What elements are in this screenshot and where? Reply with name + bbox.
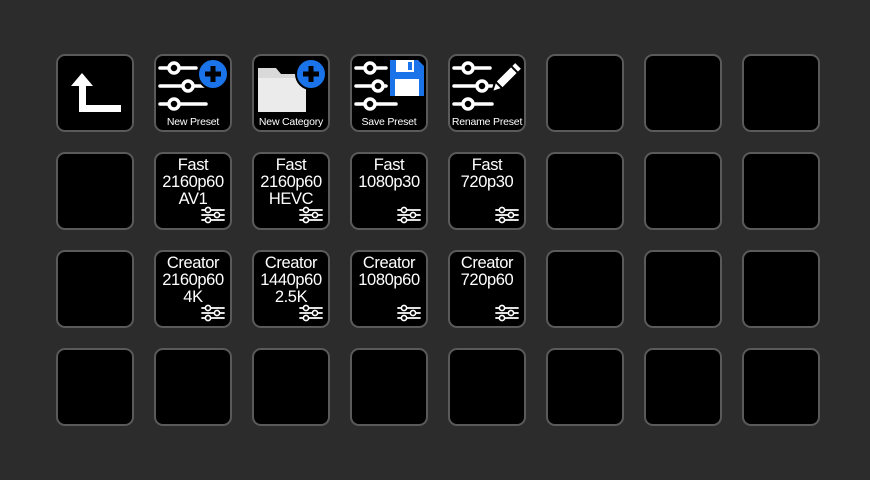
sliders-icon [396, 206, 422, 224]
empty-key[interactable] [742, 250, 820, 328]
preset-label: Creator 1440p60 2.5K [254, 255, 328, 306]
preset-label-line: Fast [177, 156, 209, 174]
key-label: New Category [258, 116, 324, 128]
rename-preset-key[interactable]: Rename Preset [448, 54, 526, 132]
preset-label-line: Fast [373, 156, 405, 174]
key-label: New Preset [166, 116, 220, 128]
preset-label-line: Creator [460, 254, 514, 272]
stream-deck-grid: New Preset New Category Save Preset Rena… [56, 54, 820, 426]
preset-key[interactable]: Creator 720p60 [448, 250, 526, 328]
preset-label-line: Fast [471, 156, 503, 174]
empty-key[interactable] [742, 348, 820, 426]
preset-label: Fast 1080p30 [352, 157, 426, 191]
empty-key[interactable] [546, 54, 624, 132]
sliders-icon [494, 304, 520, 322]
preset-label-line: 2160p60 [162, 173, 224, 191]
new-preset-key[interactable]: New Preset [154, 54, 232, 132]
preset-label-line: Creator [264, 254, 318, 272]
back-key[interactable] [56, 54, 134, 132]
empty-key[interactable] [742, 152, 820, 230]
preset-key[interactable]: Creator 2160p60 4K [154, 250, 232, 328]
preset-label-line: Fast [275, 156, 307, 174]
empty-key[interactable] [546, 250, 624, 328]
sliders-icon [200, 304, 226, 322]
empty-key[interactable] [448, 348, 526, 426]
empty-key[interactable] [644, 250, 722, 328]
preset-label-line: 1080p60 [358, 271, 420, 289]
preset-label: Creator 2160p60 4K [156, 255, 230, 306]
new-category-key[interactable]: New Category [252, 54, 330, 132]
empty-key[interactable] [154, 348, 232, 426]
preset-label-line: 2160p60 [162, 271, 224, 289]
empty-key[interactable] [56, 250, 134, 328]
empty-key[interactable] [56, 348, 134, 426]
preset-key[interactable]: Fast 720p30 [448, 152, 526, 230]
key-label: Rename Preset [451, 116, 523, 128]
sliders-icon [298, 304, 324, 322]
sliders-icon [494, 206, 520, 224]
preset-label-line: Creator [166, 254, 220, 272]
empty-key[interactable] [546, 152, 624, 230]
preset-key[interactable]: Fast 2160p60 AV1 [154, 152, 232, 230]
preset-label: Creator 1080p60 [352, 255, 426, 289]
empty-key[interactable] [644, 54, 722, 132]
empty-key[interactable] [350, 348, 428, 426]
sliders-icon [200, 206, 226, 224]
preset-key[interactable]: Creator 1080p60 [350, 250, 428, 328]
preset-label-line: 1080p30 [358, 173, 420, 191]
preset-label: Fast 2160p60 AV1 [156, 157, 230, 208]
preset-label: Creator 720p60 [450, 255, 524, 289]
key-label: Save Preset [361, 116, 417, 128]
empty-key[interactable] [644, 152, 722, 230]
empty-key[interactable] [56, 152, 134, 230]
back-arrow-icon [71, 73, 121, 112]
empty-key[interactable] [644, 348, 722, 426]
empty-key[interactable] [546, 348, 624, 426]
preset-key[interactable]: Fast 2160p60 HEVC [252, 152, 330, 230]
preset-label-line: 1440p60 [260, 271, 322, 289]
preset-label: Fast 720p30 [450, 157, 524, 191]
empty-key[interactable] [252, 348, 330, 426]
preset-label: Fast 2160p60 HEVC [254, 157, 328, 208]
empty-key[interactable] [742, 54, 820, 132]
preset-label-line: 2160p60 [260, 173, 322, 191]
preset-label-line: 720p60 [460, 271, 514, 289]
sliders-icon [396, 304, 422, 322]
preset-key[interactable]: Creator 1440p60 2.5K [252, 250, 330, 328]
preset-label-line: 720p30 [460, 173, 514, 191]
save-preset-key[interactable]: Save Preset [350, 54, 428, 132]
preset-key[interactable]: Fast 1080p30 [350, 152, 428, 230]
preset-label-line: Creator [362, 254, 416, 272]
sliders-icon [298, 206, 324, 224]
